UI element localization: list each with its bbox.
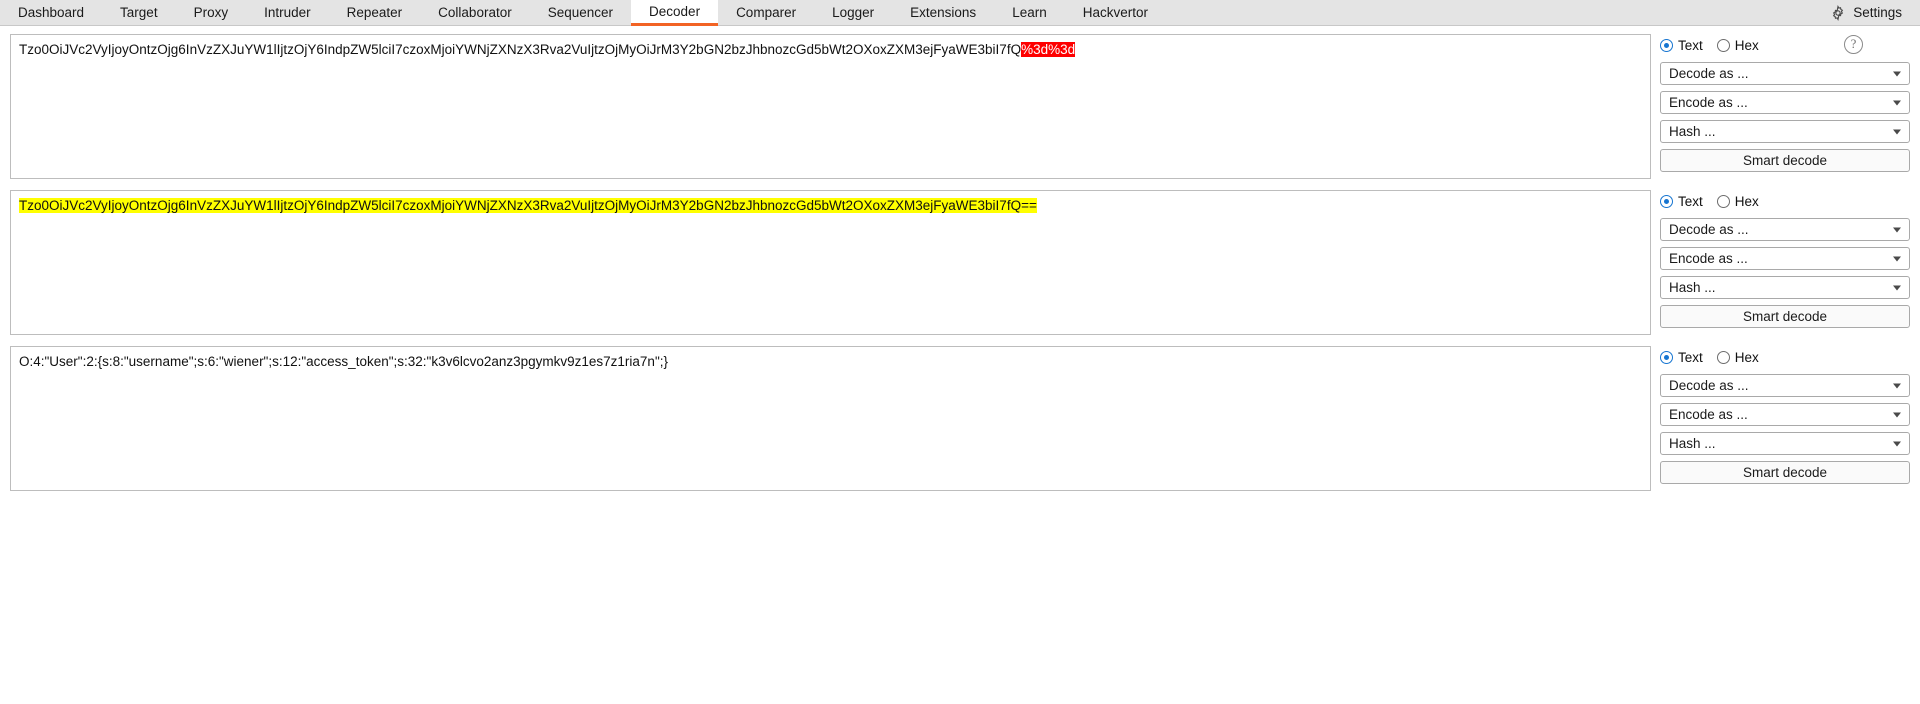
decode-as-value-2: Decode as ... [1669, 222, 1749, 237]
tab-repeater[interactable]: Repeater [329, 0, 421, 25]
chevron-down-icon [1893, 227, 1901, 232]
format-radio-group-3: Text Hex [1660, 346, 1910, 368]
hash-value-2: Hash ... [1669, 280, 1716, 295]
tab-label: Learn [1012, 5, 1047, 20]
radio-hex-label-3: Hex [1734, 349, 1759, 365]
decoder-text-highlight-1: %3d%3d [1021, 42, 1076, 57]
tab-collaborator[interactable]: Collaborator [420, 0, 530, 25]
chevron-down-icon [1893, 256, 1901, 261]
decoder-stage-2: Tzo0OiJVc2VyIjoyOntzOjg6InVzZXJuYW1lIjtz… [10, 190, 1910, 335]
hash-value-1: Hash ... [1669, 124, 1716, 139]
encode-as-value-1: Encode as ... [1669, 95, 1748, 110]
help-icon[interactable]: ? [1844, 35, 1863, 54]
decoder-controls-3: Text Hex Decode as ... Encode as ... Has… [1660, 346, 1910, 484]
radio-dot-text-3 [1660, 350, 1673, 364]
decoder-stage-1: Tzo0OiJVc2VyIjoyOntzOjg6InVzZXJuYW1lIjtz… [10, 34, 1910, 179]
radio-text-label-3: Text [1678, 349, 1703, 365]
decoder-input-1[interactable]: Tzo0OiJVc2VyIjoyOntzOjg6InVzZXJuYW1lIjtz… [10, 34, 1651, 179]
encode-as-select-2[interactable]: Encode as ... [1660, 247, 1910, 270]
tab-label: Comparer [736, 5, 797, 20]
decoder-text-highlight-2: Tzo0OiJVc2VyIjoyOntzOjg6InVzZXJuYW1lIjtz… [19, 198, 1037, 213]
smart-decode-button-1[interactable]: Smart decode [1660, 149, 1910, 172]
tab-logger[interactable]: Logger [814, 0, 892, 25]
radio-text-1[interactable]: Text [1660, 38, 1703, 53]
decoder-text-plain-1: Tzo0OiJVc2VyIjoyOntzOjg6InVzZXJuYW1lIjtz… [19, 42, 1022, 57]
chevron-down-icon [1893, 383, 1901, 388]
decoder-stage-3: O:4:"User":2:{s:8:"username";s:6:"wiener… [10, 346, 1910, 491]
decode-as-value-1: Decode as ... [1669, 66, 1749, 81]
decoder-text-plain-3: O:4:"User":2:{s:8:"username";s:6:"wiener… [19, 354, 668, 369]
tab-label: Logger [832, 5, 875, 20]
settings-label: Settings [1853, 5, 1902, 20]
radio-dot-text-2 [1660, 194, 1673, 208]
chevron-down-icon [1893, 285, 1901, 290]
hash-select-2[interactable]: Hash ... [1660, 276, 1910, 299]
smart-decode-button-3[interactable]: Smart decode [1660, 461, 1910, 484]
decoder-input-2[interactable]: Tzo0OiJVc2VyIjoyOntzOjg6InVzZXJuYW1lIjtz… [10, 190, 1651, 335]
decoder-input-3[interactable]: O:4:"User":2:{s:8:"username";s:6:"wiener… [10, 346, 1651, 491]
radio-hex-label-2: Hex [1734, 193, 1759, 209]
chevron-down-icon [1893, 71, 1901, 76]
tab-learn[interactable]: Learn [994, 0, 1065, 25]
radio-hex-3[interactable]: Hex [1716, 349, 1759, 365]
tab-dashboard[interactable]: Dashboard [0, 0, 102, 25]
chevron-down-icon [1893, 441, 1901, 446]
radio-text-2[interactable]: Text [1660, 194, 1703, 209]
format-radio-group-2: Text Hex [1660, 190, 1910, 212]
hash-value-3: Hash ... [1669, 436, 1716, 451]
radio-dot-hex-1 [1716, 38, 1730, 52]
decode-as-select-2[interactable]: Decode as ... [1660, 218, 1910, 241]
tab-label: Repeater [346, 5, 403, 20]
radio-dot-hex-3 [1716, 350, 1730, 364]
radio-text-3[interactable]: Text [1660, 350, 1703, 365]
tab-proxy[interactable]: Proxy [176, 0, 247, 25]
tab-sequencer[interactable]: Sequencer [530, 0, 631, 25]
decoder-controls-1: Text Hex ? Decode as ... Encode as ... H… [1660, 34, 1910, 172]
tab-label: Extensions [910, 5, 977, 20]
encode-as-select-1[interactable]: Encode as ... [1660, 91, 1910, 114]
radio-dot-text-1 [1660, 38, 1673, 52]
tab-target[interactable]: Target [102, 0, 176, 25]
tab-label: Dashboard [18, 5, 85, 20]
radio-hex-label-1: Hex [1734, 37, 1759, 53]
format-radio-group-1: Text Hex ? [1660, 34, 1910, 56]
decoder-controls-2: Text Hex Decode as ... Encode as ... Has… [1660, 190, 1910, 328]
gear-icon [1830, 4, 1846, 21]
tab-decoder[interactable]: Decoder [631, 0, 719, 26]
tab-label: Proxy [193, 5, 229, 20]
radio-dot-hex-2 [1716, 194, 1730, 208]
decoder-workspace: Tzo0OiJVc2VyIjoyOntzOjg6InVzZXJuYW1lIjtz… [0, 26, 1920, 491]
chevron-down-icon [1893, 412, 1901, 417]
decode-as-value-3: Decode as ... [1669, 378, 1749, 393]
tab-label: Collaborator [438, 5, 512, 20]
radio-hex-2[interactable]: Hex [1716, 193, 1759, 209]
main-tab-bar: Dashboard Target Proxy Intruder Repeater… [0, 0, 1920, 26]
tab-hackvertor[interactable]: Hackvertor [1065, 0, 1166, 25]
chevron-down-icon [1893, 129, 1901, 134]
tab-label: Target [120, 5, 158, 20]
encode-as-value-3: Encode as ... [1669, 407, 1748, 422]
settings-button[interactable]: Settings [1820, 0, 1920, 25]
decode-as-select-1[interactable]: Decode as ... [1660, 62, 1910, 85]
tab-label: Intruder [264, 5, 311, 20]
chevron-down-icon [1893, 100, 1901, 105]
tab-comparer[interactable]: Comparer [718, 0, 814, 25]
radio-hex-1[interactable]: Hex [1716, 37, 1759, 53]
tab-label: Sequencer [547, 5, 614, 20]
hash-select-3[interactable]: Hash ... [1660, 432, 1910, 455]
tab-label: Hackvertor [1082, 5, 1148, 20]
tabbar-spacer [1166, 0, 1820, 25]
radio-text-label-2: Text [1678, 193, 1703, 209]
encode-as-value-2: Encode as ... [1669, 251, 1748, 266]
tab-label: Decoder [649, 4, 701, 19]
tab-intruder[interactable]: Intruder [246, 0, 329, 25]
hash-select-1[interactable]: Hash ... [1660, 120, 1910, 143]
encode-as-select-3[interactable]: Encode as ... [1660, 403, 1910, 426]
smart-decode-button-2[interactable]: Smart decode [1660, 305, 1910, 328]
radio-text-label-1: Text [1678, 37, 1703, 53]
tab-extensions[interactable]: Extensions [892, 0, 994, 25]
decode-as-select-3[interactable]: Decode as ... [1660, 374, 1910, 397]
